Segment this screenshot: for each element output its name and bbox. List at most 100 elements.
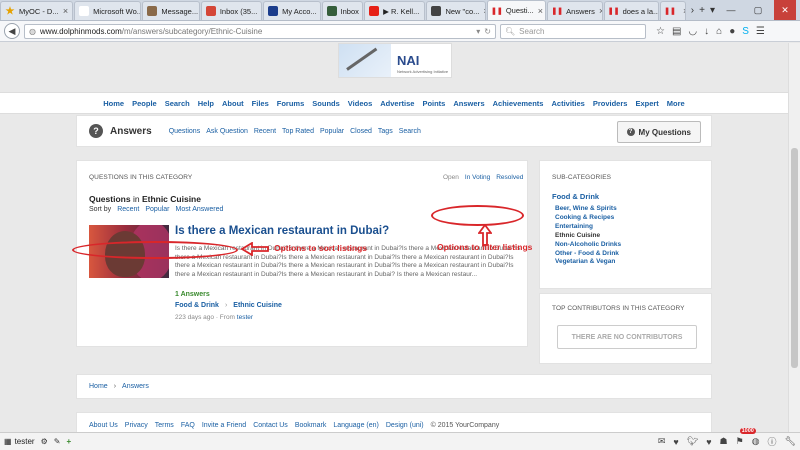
- reading-list-icon[interactable]: ▤: [672, 26, 681, 37]
- new-tab-icon[interactable]: +: [699, 5, 705, 16]
- add-icon[interactable]: +: [66, 437, 71, 446]
- tab-scroll-right-icon[interactable]: ›: [691, 5, 694, 16]
- browser-tab[interactable]: ❚❚ ×: [659, 1, 686, 20]
- close-icon[interactable]: ×: [483, 6, 484, 16]
- nav-item-search[interactable]: Search: [165, 99, 190, 108]
- footer-link[interactable]: Privacy: [125, 422, 148, 429]
- browser-tab[interactable]: Inbox×: [321, 1, 364, 20]
- subcategory-link[interactable]: Other - Food & Drink: [555, 250, 621, 259]
- nav-item-expert[interactable]: Expert: [635, 99, 658, 108]
- filter-resolved[interactable]: Resolved: [496, 174, 523, 181]
- site-logo[interactable]: NAI Network Advertising Initiative: [338, 43, 452, 78]
- gear-icon[interactable]: ⚙: [41, 437, 48, 446]
- wrench-icon[interactable]: 🔧︎: [785, 436, 796, 447]
- maximize-icon[interactable]: ▢: [747, 0, 769, 20]
- mail-icon[interactable]: ✉: [658, 436, 666, 447]
- footer-link[interactable]: Invite a Friend: [202, 422, 246, 429]
- subcategory-link[interactable]: Beer, Wine & Spirits: [555, 205, 621, 214]
- close-icon[interactable]: ×: [599, 6, 602, 16]
- answers-link-recent[interactable]: Recent: [254, 128, 276, 135]
- subcategory-link[interactable]: Non-Alcoholic Drinks: [555, 241, 621, 250]
- footer-link[interactable]: Bookmark: [295, 422, 327, 429]
- nav-item-points[interactable]: Points: [422, 99, 445, 108]
- nav-item-files[interactable]: Files: [252, 99, 269, 108]
- nav-item-activities[interactable]: Activities: [551, 99, 584, 108]
- notifications-icon[interactable]: ⚑ 1000: [736, 428, 756, 447]
- bookmark-star-icon[interactable]: ☆: [656, 26, 665, 37]
- browser-tab[interactable]: ▶ R. Kell...×: [364, 1, 426, 20]
- subcategory-parent-link[interactable]: Food & Drink: [552, 192, 621, 201]
- subcategory-link[interactable]: Cooking & Recipes: [555, 214, 621, 223]
- nav-item-providers[interactable]: Providers: [593, 99, 628, 108]
- info-icon[interactable]: ⓘ: [768, 435, 777, 448]
- close-icon[interactable]: ×: [261, 6, 262, 16]
- footer-link[interactable]: About Us: [89, 422, 118, 429]
- breadcrumb-answers[interactable]: Answers: [122, 383, 149, 390]
- user-menu[interactable]: ▦ tester: [4, 437, 35, 446]
- pocket-icon[interactable]: ◡: [688, 26, 697, 37]
- nav-item-videos[interactable]: Videos: [348, 99, 372, 108]
- close-icon[interactable]: ×: [63, 6, 68, 16]
- nav-item-forums[interactable]: Forums: [277, 99, 305, 108]
- nav-item-more[interactable]: More: [667, 99, 685, 108]
- subcategory-link[interactable]: Entertaining: [555, 223, 621, 232]
- my-questions-button[interactable]: ? My Questions: [616, 121, 701, 143]
- browser-tab[interactable]: ❚❚ Questi... ×: [486, 0, 547, 20]
- footer-link[interactable]: Terms: [155, 422, 174, 429]
- footer-link[interactable]: Contact Us: [253, 422, 288, 429]
- close-icon[interactable]: ×: [423, 6, 424, 16]
- favorite-icon[interactable]: ♥: [706, 437, 711, 447]
- close-icon[interactable]: ✕: [774, 0, 796, 20]
- sort-most-answered[interactable]: Most Answered: [176, 206, 224, 213]
- answers-link-closed[interactable]: Closed: [350, 128, 372, 135]
- reload-icon[interactable]: ↻: [484, 27, 491, 36]
- browser-search-field[interactable]: 🔍︎ Search: [500, 23, 646, 39]
- question-title-link[interactable]: Is there a Mexican restaurant in Dubai?: [175, 225, 389, 237]
- sort-recent[interactable]: Recent: [117, 206, 139, 213]
- nav-item-advertise[interactable]: Advertise: [380, 99, 414, 108]
- answers-link-top-rated[interactable]: Top Rated: [282, 128, 314, 135]
- close-icon[interactable]: ×: [683, 6, 685, 16]
- browser-tab[interactable]: Inbox (35...×: [200, 1, 263, 20]
- dropdown-icon[interactable]: ▾: [476, 27, 480, 36]
- filter-open[interactable]: Open: [443, 174, 459, 181]
- tag-child-link[interactable]: Ethnic Cuisine: [233, 302, 282, 309]
- browser-tab[interactable]: New "co...×: [426, 1, 486, 20]
- nav-item-home[interactable]: Home: [103, 99, 124, 108]
- tab-list-icon[interactable]: ▾: [710, 5, 715, 16]
- answers-link-ask-question[interactable]: Ask Question: [206, 128, 248, 135]
- subcategory-link[interactable]: Ethnic Cuisine: [555, 232, 621, 241]
- browser-tab[interactable]: Message...×: [142, 1, 200, 20]
- scrollbar-thumb[interactable]: [791, 148, 798, 368]
- answers-link-tags[interactable]: Tags: [378, 128, 393, 135]
- footer-link[interactable]: Language (en): [333, 422, 379, 429]
- url-bar[interactable]: ◍ www.dolphinmods.com/m/answers/subcateg…: [24, 23, 496, 39]
- friends-icon[interactable]: ☗: [720, 436, 728, 447]
- tag-parent-link[interactable]: Food & Drink: [175, 302, 219, 309]
- twitter-icon[interactable]: 🐦︎: [687, 436, 698, 447]
- nav-item-sounds[interactable]: Sounds: [312, 99, 340, 108]
- author-link[interactable]: tester: [237, 314, 253, 321]
- answers-link-questions[interactable]: Questions: [169, 128, 201, 135]
- skype-icon[interactable]: S: [742, 26, 749, 37]
- browser-tab[interactable]: ❚❚Answers ×: [547, 1, 603, 20]
- subcategory-link[interactable]: Vegetarian & Vegan: [555, 258, 621, 267]
- browser-tab[interactable]: Microsoft Wo...×: [74, 1, 142, 20]
- globe-icon[interactable]: ◍: [752, 436, 760, 447]
- page-scrollbar[interactable]: [788, 43, 800, 432]
- sort-popular[interactable]: Popular: [145, 206, 169, 213]
- minimize-icon[interactable]: —: [720, 0, 742, 20]
- footer-link[interactable]: Design (uni): [386, 422, 424, 429]
- footer-link[interactable]: FAQ: [181, 422, 195, 429]
- menu-icon[interactable]: ☰: [756, 26, 765, 37]
- breadcrumb-home[interactable]: Home: [89, 383, 108, 390]
- close-icon[interactable]: ×: [538, 6, 543, 16]
- browser-tab[interactable]: My Acco... ×: [263, 1, 321, 20]
- browser-tab[interactable]: ❚❚does a la...×: [603, 1, 659, 20]
- nav-item-people[interactable]: People: [132, 99, 157, 108]
- nav-item-help[interactable]: Help: [198, 99, 214, 108]
- heart-icon[interactable]: ♥: [673, 437, 678, 447]
- download-icon[interactable]: ↓: [704, 26, 709, 37]
- filter-in-voting[interactable]: In Voting: [465, 174, 490, 181]
- nav-item-answers[interactable]: Answers: [453, 99, 484, 108]
